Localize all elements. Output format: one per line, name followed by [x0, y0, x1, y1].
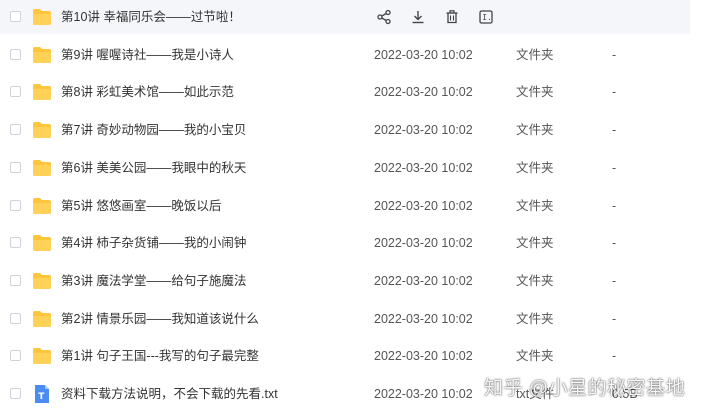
file-date: 2022-03-20 10:02	[374, 198, 473, 213]
file-date: 2022-03-20 10:02	[374, 387, 473, 401]
file-date: 2022-03-20 10:02	[374, 123, 473, 138]
row-actions: I.	[374, 7, 496, 27]
file-size: -	[612, 47, 617, 62]
row-checkbox[interactable]	[10, 11, 21, 22]
folder-icon	[32, 8, 52, 26]
file-date: 2022-03-20 10:02	[374, 311, 473, 326]
file-date: 2022-03-20 10:02	[374, 160, 473, 175]
file-name[interactable]: 第4讲 柿子杂货铺——我的小闹钟	[61, 226, 246, 260]
file-date: 2022-03-20 10:02	[374, 236, 473, 251]
folder-icon	[32, 310, 52, 328]
file-name[interactable]: 资料下载方法说明，不会下载的先看.txt	[61, 377, 278, 411]
file-row[interactable]: 第10讲 幸福同乐会——过节啦！ I.	[0, 0, 690, 34]
file-type: 文件夹	[516, 198, 554, 213]
row-checkbox[interactable]	[10, 237, 21, 249]
file-row[interactable]: 第6讲 美美公园——我眼中的秋天 2022-03-20 10:02 文件夹 -	[0, 151, 690, 185]
row-checkbox[interactable]	[10, 274, 21, 286]
folder-icon	[32, 272, 52, 290]
txt-file-icon: T	[34, 384, 50, 404]
trash-icon[interactable]	[442, 7, 462, 27]
folder-icon	[32, 46, 52, 64]
file-size: -	[612, 273, 617, 288]
file-name[interactable]: 第8讲 彩虹美术馆——如此示范	[61, 75, 234, 109]
file-row[interactable]: 第1讲 句子王国---我写的句子最完整 2022-03-20 10:02 文件夹…	[0, 339, 690, 373]
row-checkbox[interactable]	[10, 350, 21, 362]
watermark: 知乎 @小星的秘密基地	[484, 378, 686, 399]
row-checkbox[interactable]	[10, 161, 21, 173]
download-icon[interactable]	[408, 7, 428, 27]
file-type: 文件夹	[516, 47, 554, 62]
row-checkbox[interactable]	[10, 388, 21, 399]
file-name[interactable]: 第9讲 喔喔诗社——我是小诗人	[61, 38, 234, 72]
file-row[interactable]: 第4讲 柿子杂货铺——我的小闹钟 2022-03-20 10:02 文件夹 -	[0, 226, 690, 260]
file-name[interactable]: 第2讲 情景乐园——我知道该说什么	[61, 302, 259, 336]
row-checkbox[interactable]	[10, 312, 21, 324]
rename-icon[interactable]: I.	[476, 7, 496, 27]
file-name[interactable]: 第7讲 奇妙动物园——我的小宝贝	[61, 113, 246, 147]
svg-text:I.: I.	[482, 13, 492, 22]
svg-text:T: T	[38, 392, 45, 402]
folder-icon	[32, 347, 52, 365]
file-row[interactable]: 第3讲 魔法学堂——给句子施魔法 2022-03-20 10:02 文件夹 -	[0, 264, 690, 298]
file-type: 文件夹	[516, 273, 554, 288]
file-list: 第10讲 幸福同乐会——过节啦！ I. 第9讲 喔喔诗社——我是小诗人 2022…	[0, 0, 720, 419]
share-icon[interactable]	[374, 7, 394, 27]
file-size: -	[612, 85, 617, 100]
folder-icon	[32, 159, 52, 177]
file-date: 2022-03-20 10:02	[374, 349, 473, 364]
file-size: -	[612, 160, 617, 175]
file-type: 文件夹	[516, 311, 554, 326]
file-type: 文件夹	[516, 236, 554, 251]
row-checkbox[interactable]	[10, 199, 21, 211]
folder-icon	[32, 83, 52, 101]
file-size: -	[612, 198, 617, 213]
file-row[interactable]: 第5讲 悠悠画室——晚饭以后 2022-03-20 10:02 文件夹 -	[0, 189, 690, 223]
file-date: 2022-03-20 10:02	[374, 273, 473, 288]
file-size: -	[612, 123, 617, 138]
file-type: 文件夹	[516, 160, 554, 175]
row-checkbox[interactable]	[10, 86, 21, 98]
file-row[interactable]: 第9讲 喔喔诗社——我是小诗人 2022-03-20 10:02 文件夹 -	[0, 38, 690, 72]
file-size: -	[612, 349, 617, 364]
file-name[interactable]: 第3讲 魔法学堂——给句子施魔法	[61, 264, 246, 298]
file-type: 文件夹	[516, 349, 554, 364]
file-row[interactable]: 第7讲 奇妙动物园——我的小宝贝 2022-03-20 10:02 文件夹 -	[0, 113, 690, 147]
file-type: 文件夹	[516, 123, 554, 138]
file-size: -	[612, 236, 617, 251]
folder-icon	[32, 234, 52, 252]
file-row[interactable]: 第8讲 彩虹美术馆——如此示范 2022-03-20 10:02 文件夹 -	[0, 75, 690, 109]
folder-icon	[32, 197, 52, 215]
file-name[interactable]: 第1讲 句子王国---我写的句子最完整	[61, 339, 259, 373]
file-date: 2022-03-20 10:02	[374, 85, 473, 100]
row-checkbox[interactable]	[10, 124, 21, 136]
file-date: 2022-03-20 10:02	[374, 47, 473, 62]
file-name[interactable]: 第10讲 幸福同乐会——过节啦！	[61, 0, 241, 34]
file-row[interactable]: 第2讲 情景乐园——我知道该说什么 2022-03-20 10:02 文件夹 -	[0, 302, 690, 336]
file-name[interactable]: 第6讲 美美公园——我眼中的秋天	[61, 151, 246, 185]
file-size: -	[612, 311, 617, 326]
file-name[interactable]: 第5讲 悠悠画室——晚饭以后	[61, 189, 221, 223]
folder-icon	[32, 121, 52, 139]
row-checkbox[interactable]	[10, 48, 21, 60]
file-type: 文件夹	[516, 85, 554, 100]
